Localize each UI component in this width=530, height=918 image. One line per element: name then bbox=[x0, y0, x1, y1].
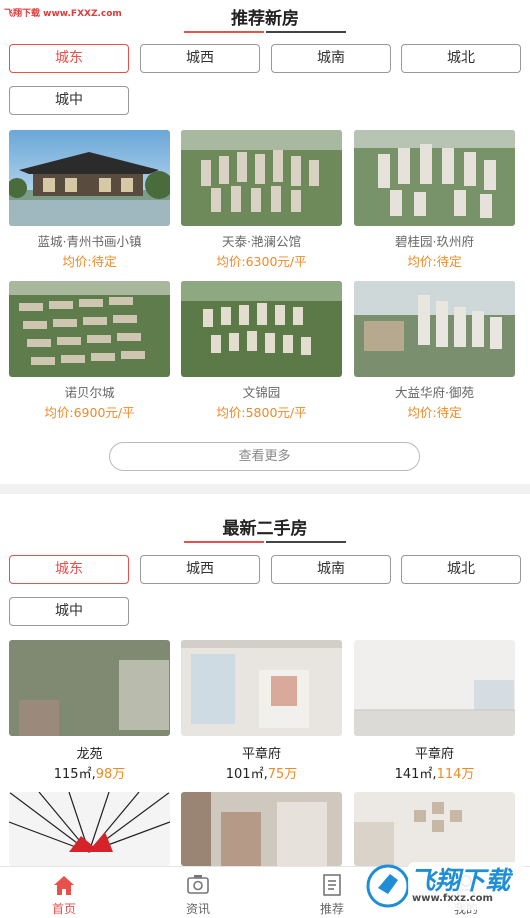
house-area-price: 115㎡,98万 bbox=[9, 763, 170, 782]
house-area: 115㎡, bbox=[53, 767, 96, 782]
house-photo bbox=[9, 640, 170, 736]
house-price: 均价:待定 bbox=[62, 254, 117, 269]
nav-label: 首页 bbox=[51, 902, 76, 916]
tab-second-east[interactable]: 城东 bbox=[9, 555, 129, 584]
nav-label: 资讯 bbox=[185, 902, 210, 916]
house-photo bbox=[354, 640, 515, 736]
house-name: 龙苑 bbox=[76, 747, 103, 762]
title-underline-dark bbox=[266, 31, 346, 33]
house-area: 141㎡, bbox=[394, 767, 437, 782]
tab-new-north[interactable]: 城北 bbox=[401, 44, 521, 73]
title-underline-dark bbox=[266, 541, 346, 543]
house-price: 均价:待定 bbox=[407, 254, 462, 269]
house-price: 均价:6900元/平 bbox=[44, 405, 135, 420]
second-hand-card[interactable]: 平章府 101㎡,75万 bbox=[181, 640, 342, 782]
new-house-card[interactable]: 文锦园 均价:5800元/平 bbox=[181, 281, 342, 421]
new-house-card[interactable]: 诺贝尔城 均价:6900元/平 bbox=[9, 281, 170, 421]
new-house-card[interactable]: 碧桂园·玖州府 均价:待定 bbox=[354, 130, 515, 270]
tab-new-west[interactable]: 城西 bbox=[140, 44, 260, 73]
house-price: 均价:5800元/平 bbox=[216, 405, 307, 420]
house-price: 98万 bbox=[95, 767, 126, 782]
house-photo bbox=[9, 281, 170, 377]
house-photo bbox=[181, 792, 342, 866]
house-name: 天泰·滟澜公馆 bbox=[222, 234, 301, 249]
second-hand-card[interactable] bbox=[354, 792, 515, 866]
house-name: 文锦园 bbox=[242, 385, 281, 400]
second-hand-title: 最新二手房 bbox=[222, 519, 308, 539]
house-photo bbox=[181, 640, 342, 736]
new-house-card[interactable]: 蓝城·青州书画小镇 均价:待定 bbox=[9, 130, 170, 270]
house-photo bbox=[181, 281, 342, 377]
house-name: 诺贝尔城 bbox=[64, 385, 115, 400]
tab-second-south[interactable]: 城南 bbox=[271, 555, 391, 584]
house-photo bbox=[354, 792, 515, 866]
nav-home[interactable]: 首页 bbox=[24, 867, 104, 918]
tab-new-south[interactable]: 城南 bbox=[271, 44, 391, 73]
view-more-button[interactable]: 查看更多 bbox=[109, 442, 420, 471]
house-photo bbox=[9, 792, 170, 866]
house-name: 平章府 bbox=[241, 747, 281, 762]
house-name: 平章府 bbox=[414, 747, 454, 762]
second-hand-card[interactable]: 平章府 141㎡,114万 bbox=[354, 640, 515, 782]
house-photo bbox=[354, 281, 515, 377]
recommend-icon bbox=[323, 874, 341, 896]
second-hand-card[interactable] bbox=[9, 792, 170, 866]
house-name: 大益华府·御苑 bbox=[395, 385, 474, 400]
watermark-brand: 飞翔下载 bbox=[410, 866, 511, 895]
news-icon bbox=[187, 875, 209, 894]
tab-second-center[interactable]: 城中 bbox=[9, 597, 129, 626]
house-price: 均价:待定 bbox=[407, 405, 462, 420]
tab-new-center[interactable]: 城中 bbox=[9, 86, 129, 115]
nav-label: 推荐 bbox=[319, 902, 344, 916]
house-price: 114万 bbox=[436, 767, 475, 782]
house-price: 75万 bbox=[267, 767, 298, 782]
house-name: 蓝城·青州书画小镇 bbox=[37, 234, 142, 249]
house-area-price: 101㎡,75万 bbox=[181, 763, 342, 782]
new-house-card[interactable]: 大益华府·御苑 均价:待定 bbox=[354, 281, 515, 421]
house-price: 均价:6300元/平 bbox=[216, 254, 307, 269]
new-house-card[interactable]: 天泰·滟澜公馆 均价:6300元/平 bbox=[181, 130, 342, 270]
house-photo bbox=[181, 130, 342, 226]
watermark-url: www.fxxz.com bbox=[412, 893, 493, 904]
new-houses-title: 推荐新房 bbox=[231, 9, 299, 29]
section-divider bbox=[0, 484, 530, 494]
house-photo bbox=[354, 130, 515, 226]
house-photo bbox=[9, 130, 170, 226]
tab-second-west[interactable]: 城西 bbox=[140, 555, 260, 584]
tab-second-north[interactable]: 城北 bbox=[401, 555, 521, 584]
second-hand-card[interactable]: 龙苑 115㎡,98万 bbox=[9, 640, 170, 782]
nav-news[interactable]: 资讯 bbox=[158, 867, 238, 918]
second-hand-card[interactable] bbox=[181, 792, 342, 866]
house-name: 碧桂园·玖州府 bbox=[395, 234, 474, 249]
house-area: 101㎡, bbox=[225, 767, 268, 782]
house-area-price: 141㎡,114万 bbox=[354, 763, 515, 782]
title-underline-red bbox=[184, 31, 264, 33]
home-icon bbox=[54, 876, 74, 895]
nav-recommend[interactable]: 推荐 bbox=[292, 867, 372, 918]
tab-new-east[interactable]: 城东 bbox=[9, 44, 129, 73]
title-underline-red bbox=[184, 541, 264, 543]
